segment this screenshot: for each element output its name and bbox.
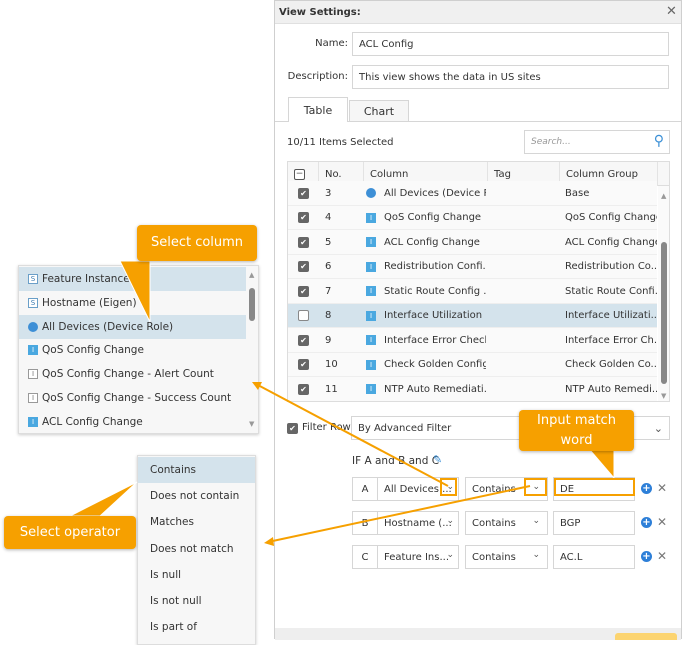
highlight-value-input [554,478,635,496]
callout-tail-column [119,260,151,323]
callout-input-match-word: Input match word [519,410,634,451]
arrow-line-operator [267,485,531,543]
arrow-line-column [255,383,449,487]
callout-select-operator: Select operator [4,516,136,549]
highlight-operator-chevron [524,478,547,496]
callout-select-column: Select column [137,225,257,261]
arrow-head-operator [264,537,274,546]
callout-tail-input [588,449,615,480]
callout-tail-operator [69,481,138,517]
highlight-column-chevron [440,478,457,496]
